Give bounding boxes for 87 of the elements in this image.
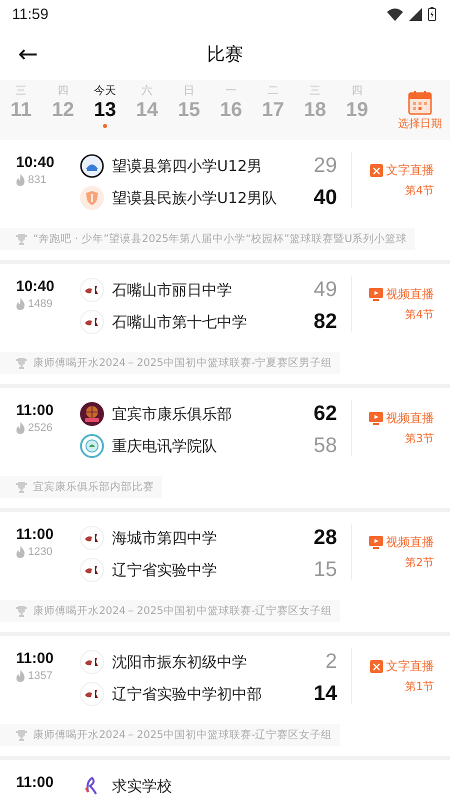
match-time: 11:00: [16, 526, 55, 543]
signal-icon: [409, 8, 422, 20]
team-name: 石嘴山市第十七中学: [112, 312, 248, 332]
match-time: 11:00: [16, 774, 55, 791]
team-score: 82: [312, 310, 338, 334]
battery-icon: [428, 7, 436, 21]
team-logo-icon: [80, 558, 104, 582]
team-logo-icon: [80, 650, 104, 674]
team-name: 沈阳市振东初级中学: [112, 652, 248, 672]
team-name: 重庆电讯学院队: [112, 436, 218, 456]
monitor-icon: [369, 536, 383, 549]
league-name: “奔跑吧 · 少年”望谟县2025年第八届中小学“校园杯”篮球联赛暨U系列小篮球: [33, 232, 408, 246]
team-score: 29: [312, 154, 338, 178]
period-label: 第4节: [405, 183, 434, 198]
team-score: 58: [312, 434, 338, 458]
team-name: 石嘴山市丽日中学: [112, 280, 233, 300]
team-name: 宜宾市康乐俱乐部: [112, 404, 233, 424]
date-tab[interactable]: 三 18: [294, 84, 336, 136]
team-name: 望谟县第四小学U12男: [112, 156, 264, 176]
popularity-count: 831: [28, 174, 46, 186]
live-broadcast-link[interactable]: 文字直播: [370, 658, 434, 675]
team-name: 辽宁省实验中学初中部: [112, 684, 263, 704]
date-tab[interactable]: 日 15: [168, 84, 210, 136]
period-label: 第3节: [405, 431, 434, 446]
calendar-icon: [407, 90, 433, 116]
match-time: 11:00: [16, 402, 55, 419]
trophy-icon: [16, 358, 27, 368]
date-tab[interactable]: 一 16: [210, 84, 252, 136]
trophy-icon: [16, 234, 27, 244]
trophy-icon: [16, 606, 27, 616]
team-score: 62: [312, 402, 338, 426]
clock-time: 11:59: [12, 6, 48, 22]
date-tab[interactable]: 四 19: [336, 84, 378, 136]
flame-icon: [16, 298, 25, 310]
team-logo-icon: [80, 310, 104, 334]
flame-icon: [16, 422, 25, 434]
match-time: 10:40: [16, 278, 56, 295]
team-logo-icon: [80, 186, 104, 210]
date-tab[interactable]: 今天 13: [84, 84, 126, 136]
date-tab[interactable]: 六 14: [126, 84, 168, 136]
live-broadcast-link[interactable]: 视频直播: [369, 286, 434, 303]
team-logo-icon: [80, 154, 104, 178]
period-label: 第1节: [405, 679, 434, 694]
flame-icon: [16, 670, 25, 682]
monitor-icon: [369, 412, 383, 425]
team-name: 辽宁省实验中学: [112, 560, 218, 580]
team-score: 2: [324, 650, 338, 674]
team-logo-icon: [80, 526, 104, 550]
match-time: 10:40: [16, 154, 56, 171]
popularity-count: 2526: [28, 422, 52, 434]
league-name: 宜宾康乐俱乐部内部比赛: [33, 480, 154, 494]
league-name: 康师傅喝开水2024－2025中国初中篮球联赛-宁夏赛区男子组: [33, 356, 332, 370]
team-logo-icon: [80, 434, 104, 458]
wifi-icon: [387, 8, 403, 20]
flame-icon: [16, 174, 25, 186]
period-label: 第2节: [405, 555, 434, 570]
team-logo-icon: [80, 682, 104, 706]
flame-icon: [16, 546, 25, 558]
trophy-icon: [16, 730, 27, 740]
match-time: 11:00: [16, 650, 55, 667]
back-button[interactable]: ←: [14, 38, 42, 70]
popularity-count: 1230: [28, 546, 52, 558]
popularity-count: 1489: [28, 298, 52, 310]
team-logo-icon: [80, 402, 104, 426]
league-name: 康师傅喝开水2024－2025中国初中篮球联赛-辽宁赛区女子组: [33, 728, 332, 742]
date-tab[interactable]: 四 12: [42, 84, 84, 136]
live-broadcast-link[interactable]: 视频直播: [369, 534, 434, 551]
live-broadcast-link[interactable]: 文字直播: [370, 162, 434, 179]
team-score: 40: [312, 186, 338, 210]
date-tab[interactable]: 二 17: [252, 84, 294, 136]
team-score: 14: [312, 682, 338, 706]
team-score: 28: [312, 526, 338, 550]
league-name: 康师傅喝开水2024－2025中国初中篮球联赛-辽宁赛区女子组: [33, 604, 332, 618]
period-label: 第4节: [405, 307, 434, 322]
team-name: 望谟县民族小学U12男队: [112, 188, 278, 208]
monitor-icon: [369, 288, 383, 301]
team-score: 15: [312, 558, 338, 582]
trophy-icon: [16, 482, 27, 492]
team-logo-icon: [80, 278, 104, 302]
date-tab[interactable]: 三 11: [0, 84, 42, 136]
date-picker-button[interactable]: 选择日期: [398, 90, 442, 130]
team-name: 海城市第四中学: [112, 528, 218, 548]
team-score: 49: [312, 278, 338, 302]
popularity-count: 1357: [28, 670, 52, 682]
team-name: 求实学校: [112, 776, 173, 796]
page-title: 比赛: [207, 43, 243, 66]
live-broadcast-link[interactable]: 视频直播: [369, 410, 434, 427]
